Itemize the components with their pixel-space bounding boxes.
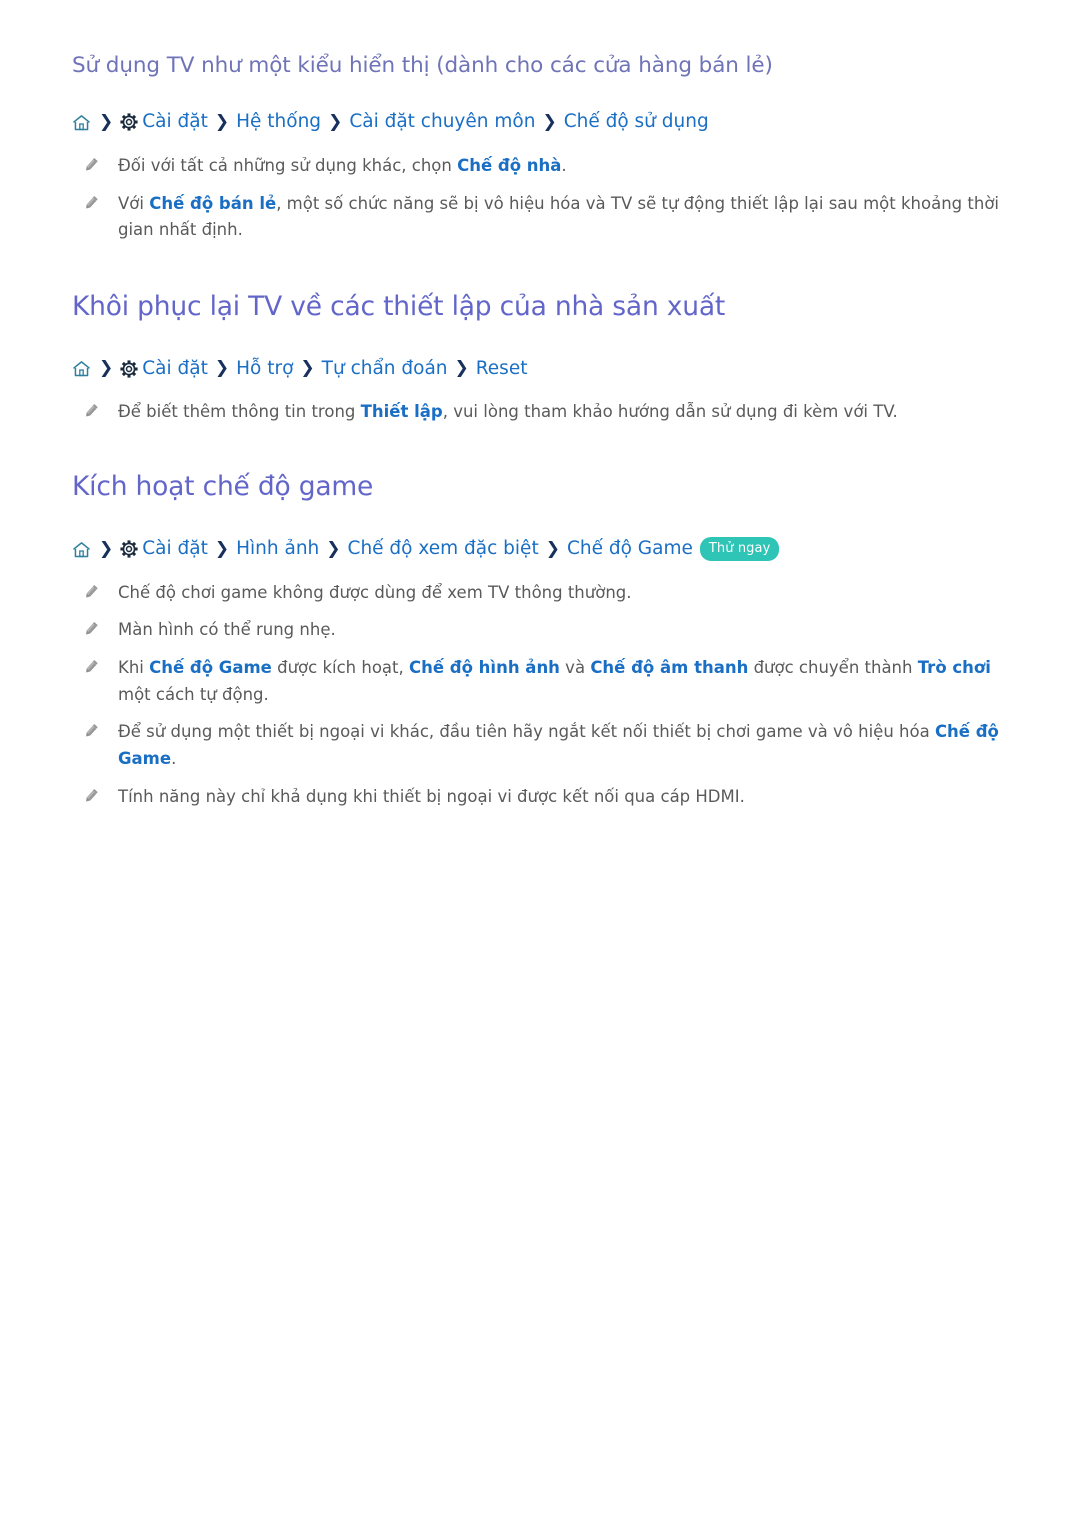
home-icon[interactable] [72,541,91,558]
pencil-note-icon [82,787,100,805]
breadcrumb-segment[interactable]: Hỗ trợ [236,357,293,382]
try-now-badge[interactable]: Thử ngay [699,537,780,562]
pencil-note-icon [82,722,100,740]
note-text-run: Chế độ chơi game không được dùng để xem … [118,582,632,602]
section-heading: Sử dụng TV như một kiểu hiển thị (dành c… [72,53,773,78]
note-text: Tính năng này chỉ khả dụng khi thiết bị … [118,784,745,811]
note-item: Tính năng này chỉ khả dụng khi thiết bị … [72,784,1018,811]
breadcrumb-segment[interactable]: Chế độ Game [567,537,693,562]
note-term: Chế độ âm thanh [590,658,749,678]
breadcrumb-segment[interactable]: Hệ thống [236,110,321,135]
note-text-run: được chuyển thành [748,658,918,678]
note-term: Chế độ hình ảnh [408,658,560,678]
breadcrumb-segment[interactable]: Cài đặt chuyên môn [349,110,535,135]
note-text: Với Chế độ bán lẻ, một số chức năng sẽ b… [118,191,1018,244]
chevron-right-icon: ❯ [99,538,114,559]
note-list: Chế độ chơi game không được dùng để xem … [72,580,1018,811]
note-term: Chế độ Game [149,658,272,678]
chevron-right-icon: ❯ [214,538,230,559]
note-text-run: Để sử dụng một thiết bị ngoại vi khác, đ… [118,722,935,742]
chevron-right-icon: ❯ [328,111,343,132]
chevron-right-icon: ❯ [545,538,560,559]
note-item: Để sử dụng một thiết bị ngoại vi khác, đ… [72,719,1018,772]
home-icon[interactable] [72,114,91,131]
note-text-run: Tính năng này chỉ khả dụng khi thiết bị … [118,786,745,806]
chevron-right-icon: ❯ [454,358,469,379]
chevron-right-icon: ❯ [214,358,230,379]
pencil-note-icon [82,620,100,638]
chevron-right-icon: ❯ [326,538,341,559]
note-text-run: Với [118,193,150,213]
section-heading: Kích hoạt chế độ game [72,471,374,503]
note-item: Chế độ chơi game không được dùng để xem … [72,580,1018,607]
chevron-right-icon: ❯ [542,111,557,132]
breadcrumb-segment[interactable]: Tự chẩn đoán [322,357,448,382]
pencil-note-icon [82,583,100,601]
note-text-run: và [559,658,591,678]
chevron-right-icon: ❯ [214,111,230,132]
section-heading: Khôi phục lại TV về các thiết lập của nh… [72,291,726,323]
note-text-run: . [561,155,567,175]
breadcrumb-segment[interactable]: Hình ảnh [236,537,319,562]
breadcrumb-segment[interactable]: Chế độ sử dụng [564,110,709,135]
note-item: Với Chế độ bán lẻ, một số chức năng sẽ b… [72,191,1018,244]
breadcrumb-segment[interactable]: Reset [476,357,528,382]
note-text-run: , vui lòng tham khảo hướng dẫn sử dụng đ… [442,402,898,422]
note-item: Để biết thêm thông tin trong Thiết lập, … [72,399,1018,426]
breadcrumb-segment[interactable]: Cài đặt [142,110,208,135]
document-page: Sử dụng TV như một kiểu hiển thị (dành c… [0,0,1080,1527]
note-term: Trò chơi [917,658,991,678]
note-text: Khi Chế độ Game được kích hoạt, Chế độ h… [118,655,1018,708]
gear-icon[interactable] [120,113,138,132]
breadcrumb: ❯ Cài đặt ❯ Hỗ trợ ❯ Tự chẩn đoán ❯ Reset [72,357,1018,382]
breadcrumb-segment[interactable]: Cài đặt [142,537,208,562]
note-list: Để biết thêm thông tin trong Thiết lập, … [72,399,1018,426]
home-icon[interactable] [72,360,91,377]
pencil-note-icon [82,156,100,174]
note-text-run: được kích hoạt, [271,658,409,678]
note-text: Chế độ chơi game không được dùng để xem … [118,580,632,607]
note-term: Thiết lập [360,402,443,422]
note-term: Chế độ nhà [457,155,562,175]
note-text: Để biết thêm thông tin trong Thiết lập, … [118,399,898,426]
note-text: Màn hình có thể rung nhẹ. [118,617,336,644]
pencil-note-icon [82,658,100,676]
pencil-note-icon [82,194,100,212]
chevron-right-icon: ❯ [300,358,315,379]
note-list: Đối với tất cả những sử dụng khác, chọn … [72,153,1018,244]
chevron-right-icon: ❯ [99,358,114,379]
note-text-run: . [171,749,177,769]
breadcrumb: ❯ Cài đặt ❯ Hình ảnh ❯ Chế độ xem đặc biệt ❯ Ch… [72,537,1018,562]
breadcrumb-segment[interactable]: Chế độ xem đặc biệt [348,537,539,562]
breadcrumb: ❯ Cài đặt ❯ Hệ thống ❯ Cài đặt chuyên môn ❯ Chế… [72,110,1018,135]
note-item: Khi Chế độ Game được kích hoạt, Chế độ h… [72,655,1018,708]
note-term: Chế độ bán lẻ [149,193,277,213]
note-text-run: Để biết thêm thông tin trong [118,402,361,422]
gear-icon[interactable] [120,360,138,378]
note-text: Để sử dụng một thiết bị ngoại vi khác, đ… [118,719,1018,772]
breadcrumb-segment[interactable]: Cài đặt [142,357,208,382]
note-text-run: Màn hình có thể rung nhẹ. [118,620,336,640]
note-text-run: một cách tự động. [118,684,269,704]
note-text: Đối với tất cả những sử dụng khác, chọn … [118,153,567,180]
note-text-run: Khi [118,658,150,678]
note-text-run: Đối với tất cả những sử dụng khác, chọn [118,155,458,175]
note-item: Đối với tất cả những sử dụng khác, chọn … [72,153,1018,180]
pencil-note-icon [82,402,100,420]
note-item: Màn hình có thể rung nhẹ. [72,617,1018,644]
gear-icon[interactable] [120,540,138,558]
chevron-right-icon: ❯ [99,111,114,132]
sections-container: Sử dụng TV như một kiểu hiển thị (dành c… [72,52,1018,811]
